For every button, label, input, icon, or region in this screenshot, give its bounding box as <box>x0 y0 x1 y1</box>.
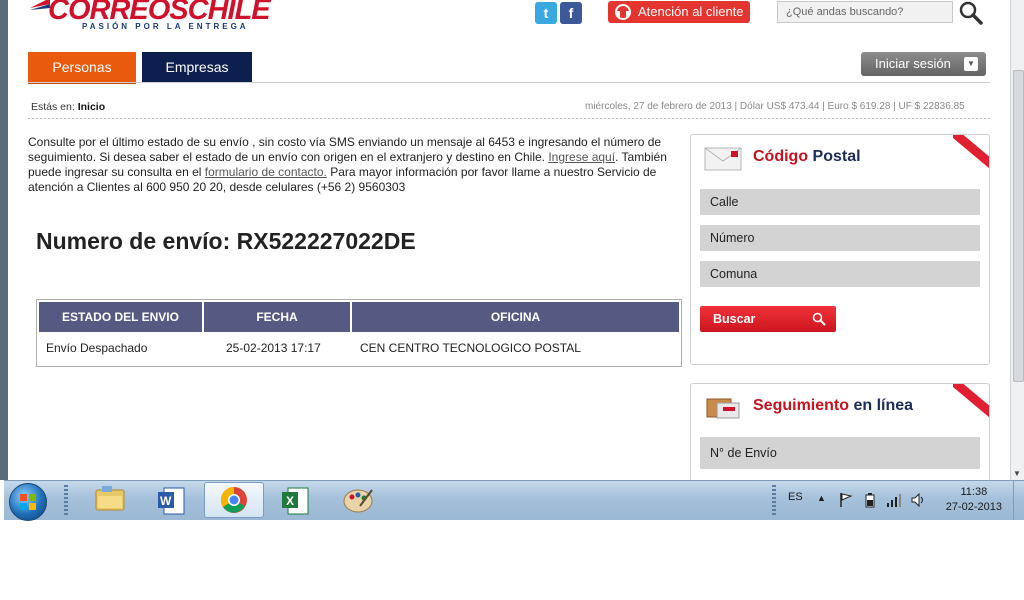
header-divider <box>28 82 990 83</box>
postal-code-title: Código Postal <box>753 148 861 166</box>
language-indicator[interactable]: ES <box>788 491 803 503</box>
site-search-input[interactable]: ¿Qué andas buscando? <box>777 1 953 23</box>
show-desktop-button[interactable] <box>1013 481 1024 520</box>
dotted-divider <box>28 118 990 119</box>
international-link[interactable]: Ingrese aquí <box>548 150 615 164</box>
vertical-scrollbar[interactable]: ▼ <box>1010 0 1024 480</box>
info-paragraph: Consulte por el último estado de su enví… <box>28 135 667 194</box>
tracking-title-red: Seguimiento <box>753 397 850 414</box>
battery-icon[interactable] <box>864 492 876 508</box>
login-label: Iniciar sesión <box>875 56 951 71</box>
column-header-office: OFICINA <box>352 302 679 332</box>
login-button[interactable]: Iniciar sesión ▼ <box>861 52 986 76</box>
tracking-number-title: Numero de envío: RX522227022DE <box>36 228 416 254</box>
svg-text:X: X <box>286 494 294 508</box>
online-tracking-title: Seguimiento en línea <box>753 397 913 415</box>
buscar-label: Buscar <box>713 312 756 326</box>
tab-empresas[interactable]: Empresas <box>142 52 252 82</box>
postal-title-red: Código <box>753 148 809 165</box>
word-icon[interactable]: W <box>144 482 200 518</box>
taskbar-grip <box>64 485 68 517</box>
customer-service-label: Atención al cliente <box>638 4 744 19</box>
clock-time: 11:38 <box>960 486 988 498</box>
explorer-icon[interactable] <box>82 482 138 518</box>
column-header-status: ESTADO DEL ENVIO <box>39 302 202 332</box>
tab-personas[interactable]: Personas <box>28 52 136 84</box>
corner-ribbon <box>953 384 989 420</box>
street-field[interactable]: Calle <box>700 189 980 215</box>
windows-logo-icon <box>20 494 36 510</box>
table-cell-office: CEN CENTRO TECNOLOGICO POSTAL <box>360 341 581 355</box>
breadcrumb-prefix: Estás en: <box>31 101 75 113</box>
chrome-icon[interactable] <box>204 482 264 518</box>
table-cell-date: 25-02-2013 17:17 <box>226 341 321 355</box>
show-hidden-icons-arrow[interactable]: ▲ <box>817 493 826 503</box>
envelope-icon <box>704 147 742 171</box>
package-icon <box>706 398 740 419</box>
commune-field[interactable]: Comuna <box>700 261 980 287</box>
search-icon[interactable] <box>958 0 984 26</box>
breadcrumb-current[interactable]: Inicio <box>78 101 105 113</box>
logo-mark-icon <box>30 0 50 10</box>
facebook-icon[interactable]: f <box>560 2 582 24</box>
network-signal-icon[interactable] <box>886 492 902 508</box>
buscar-button[interactable]: Buscar <box>700 306 836 332</box>
browser-left-frame <box>0 0 8 480</box>
paint-icon[interactable] <box>330 482 386 518</box>
windows-taskbar: W X ES ▲ 11:38 27-02-2013 <box>4 480 1024 521</box>
scrollbar-thumb[interactable] <box>1013 70 1024 382</box>
search-icon <box>812 312 826 326</box>
correoschile-logo[interactable]: CORREOSCHILE PASIÓN POR LA ENTREGA <box>30 0 300 38</box>
twitter-icon[interactable]: t <box>535 2 557 24</box>
contact-form-link[interactable]: formulario de contacto. <box>205 165 327 179</box>
chevron-down-icon: ▼ <box>964 57 978 71</box>
logo-tagline: PASIÓN POR LA ENTREGA <box>82 22 249 31</box>
clock-date: 27-02-2013 <box>945 501 1002 513</box>
system-clock[interactable]: 11:38 27-02-2013 <box>946 485 1002 515</box>
number-field[interactable]: Número <box>700 225 980 251</box>
svg-text:W: W <box>160 494 172 508</box>
action-center-flag-icon[interactable] <box>839 492 853 508</box>
postal-code-card: Código Postal Calle Número Comuna Buscar <box>690 134 990 365</box>
excel-icon[interactable]: X <box>268 482 324 518</box>
tracking-title-blue: en línea <box>853 397 914 414</box>
corner-ribbon <box>953 135 989 171</box>
tray-grip <box>772 485 776 517</box>
start-button[interactable] <box>9 483 47 521</box>
headset-icon <box>615 4 631 20</box>
shipment-number-field[interactable]: N° de Envío <box>700 437 980 469</box>
postal-title-blue: Postal <box>812 148 861 165</box>
table-cell-status: Envío Despachado <box>46 341 148 355</box>
web-page: CORREOSCHILE PASIÓN POR LA ENTREGA t f A… <box>8 0 1010 480</box>
date-currency-ticker: miércoles, 27 de febrero de 2013 | Dólar… <box>585 101 965 112</box>
scroll-down-arrow[interactable]: ▼ <box>1013 469 1021 478</box>
volume-icon[interactable] <box>910 492 926 508</box>
column-header-date: FECHA <box>204 302 350 332</box>
online-tracking-card: Seguimiento en línea N° de Envío <box>690 383 990 480</box>
tracking-table: ESTADO DEL ENVIO FECHA OFICINA Envío Des… <box>36 299 682 367</box>
breadcrumb: Estás en: Inicio <box>31 101 105 113</box>
customer-service-button[interactable]: Atención al cliente <box>608 1 750 23</box>
